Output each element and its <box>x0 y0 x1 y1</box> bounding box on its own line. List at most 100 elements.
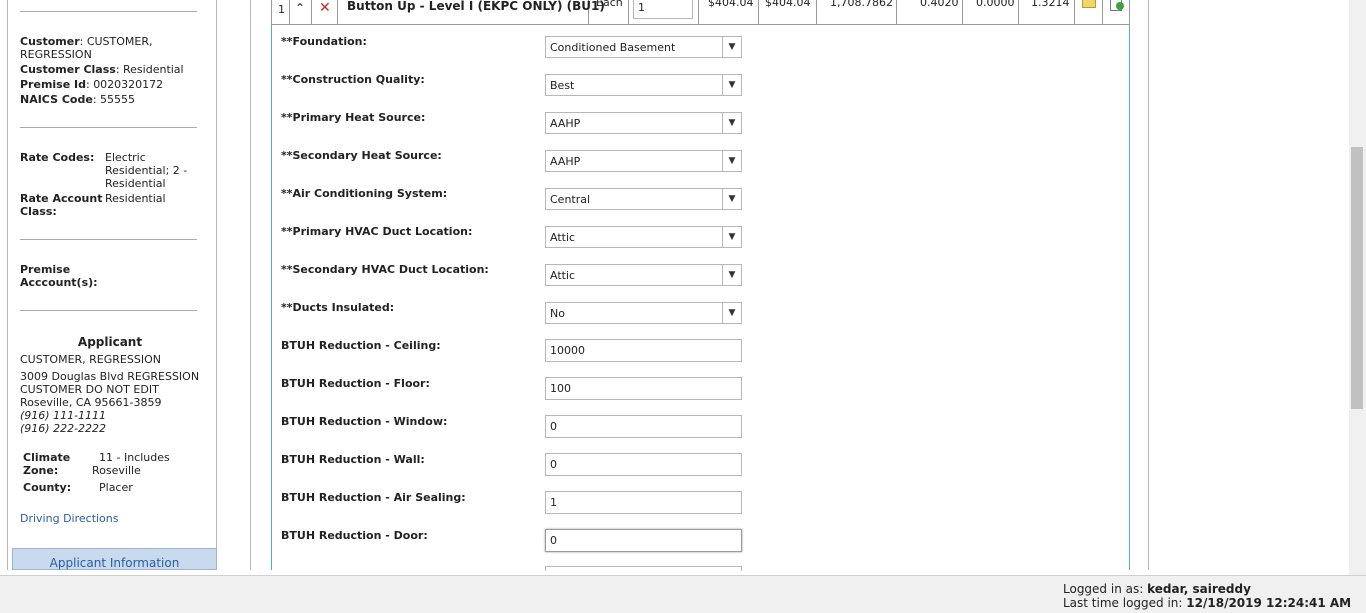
address-line-1: 3009 Douglas Blvd REGRESSION <box>20 370 200 383</box>
status-bar: Logged in as: kedar, saireddy Last time … <box>0 575 1366 613</box>
county-label: County: <box>23 481 72 494</box>
btuh-window-input[interactable] <box>545 415 742 438</box>
dropdown-arrow-icon: ▼ <box>722 151 741 171</box>
logged-in-info: Logged in as: kedar, saireddy <box>1063 582 1251 596</box>
customer-info: Customer: CUSTOMER, <box>20 35 153 48</box>
dropdown-arrow-icon: ▼ <box>722 37 741 57</box>
note-icon <box>1082 0 1096 8</box>
btuh-door-label: BTUH Reduction - Door: <box>281 529 428 542</box>
construction-quality-label: **Construction Quality: <box>281 73 425 86</box>
measure-details-form: **Foundation: Conditioned Basement ▼ **Co… <box>271 25 1130 571</box>
unit-cell: Each <box>589 0 629 24</box>
foundation-select[interactable]: Conditioned Basement ▼ <box>545 36 742 58</box>
btuh-ceiling-label: BTUH Reduction - Ceiling: <box>281 339 441 352</box>
premise-accounts-label-1: Premise <box>20 263 71 276</box>
address-line-3: Roseville, CA 95661-3859 <box>20 396 162 409</box>
delete-line-button[interactable]: ✕ <box>312 0 338 24</box>
applicant-name: CUSTOMER, REGRESSION <box>20 353 161 366</box>
applicant-heading: Applicant <box>77 335 143 349</box>
note-button[interactable] <box>1075 0 1103 24</box>
foundation-label: **Foundation: <box>281 35 367 48</box>
air-conditioning-select[interactable]: Central ▼ <box>545 188 742 210</box>
rate-codes-value-1: Electric <box>105 151 146 164</box>
btuh-ceiling-input[interactable] <box>545 339 742 362</box>
dropdown-arrow-icon: ▼ <box>722 303 741 323</box>
last-login-value: 12/18/2019 12:24:41 AM <box>1186 596 1352 610</box>
rate-account-value: Residential <box>105 192 166 205</box>
ratio-cell: 1.3214 <box>1019 0 1075 24</box>
btuh-air-sealing-input[interactable] <box>545 491 742 514</box>
vertical-scrollbar[interactable] <box>1349 0 1366 575</box>
unit-label: Each <box>596 0 623 9</box>
btuh-floor-label: BTUH Reduction - Floor: <box>281 377 430 390</box>
btuh-door-input[interactable] <box>545 529 742 552</box>
rate-codes-label: Rate Codes: <box>20 151 95 164</box>
ducts-insulated-label: **Ducts Insulated: <box>281 301 395 314</box>
btuh-floor-input[interactable] <box>545 377 742 400</box>
line-number: 1 <box>278 3 285 16</box>
rate-codes-value-2: Residential; 2 - <box>105 164 188 177</box>
logged-in-label: Logged in as: <box>1063 582 1144 596</box>
divider <box>20 11 197 12</box>
customer-class: Customer Class: Residential <box>20 63 184 76</box>
premise-accounts-label-2: Acccount(s): <box>20 276 98 289</box>
plus-badge-icon <box>1116 2 1124 10</box>
primary-heat-source-select[interactable]: AAHP ▼ <box>545 112 742 134</box>
secondary-duct-location-select[interactable]: Attic ▼ <box>545 264 742 286</box>
primary-duct-location-label: **Primary HVAC Duct Location: <box>281 225 473 238</box>
last-login-info: Last time logged in: 12/18/2019 12:24:41… <box>1063 596 1351 610</box>
therms-cell: 0.0000 <box>963 0 1019 24</box>
unit-price: $404.04 <box>708 0 754 9</box>
btuh-wall-input[interactable] <box>545 453 742 476</box>
move-up-button[interactable]: ⌃ <box>290 0 312 24</box>
primary-duct-location-select[interactable]: Attic ▼ <box>545 226 742 248</box>
secondary-duct-location-label: **Secondary HVAC Duct Location: <box>281 263 489 276</box>
quantity-cell <box>629 0 699 24</box>
logged-in-user: kedar, saireddy <box>1147 582 1251 596</box>
climate-zone-value-2: Roseville <box>92 464 141 477</box>
divider <box>20 239 197 240</box>
climate-zone-label-2: Zone: <box>23 464 59 477</box>
dropdown-arrow-icon: ▼ <box>722 113 741 133</box>
description-cell: Button Up - Level I (EKPC ONLY) (BU1) <box>338 0 605 24</box>
btuh-wall-label: BTUH Reduction - Wall: <box>281 453 425 466</box>
dropdown-arrow-icon: ▼ <box>722 75 741 95</box>
kw-value: 0.4020 <box>920 0 959 9</box>
county-value: Placer <box>99 481 133 494</box>
scrollbar-thumb[interactable] <box>1351 147 1363 409</box>
naics-code: NAICS Code: 55555 <box>20 93 136 106</box>
btuh-window-label: BTUH Reduction - Window: <box>281 415 448 428</box>
line-item-row: 1 ⌃ ✕ Button Up - Level I (EKPC ONLY) (B… <box>271 0 1130 25</box>
add-document-button[interactable] <box>1103 0 1131 24</box>
close-icon: ✕ <box>319 0 331 16</box>
secondary-heat-source-label: **Secondary Heat Source: <box>281 149 442 162</box>
rate-codes-value-3: Residential <box>105 177 166 190</box>
divider <box>20 127 197 128</box>
customer-name-cont: REGRESSION <box>20 48 92 61</box>
content-frame-left <box>250 0 251 570</box>
chevron-up-icon: ⌃ <box>295 1 306 15</box>
ratio-value: 1.3214 <box>1031 0 1070 9</box>
construction-quality-select[interactable]: Best ▼ <box>545 74 742 96</box>
kw-cell: 0.4020 <box>897 0 963 24</box>
divider <box>20 310 197 311</box>
primary-heat-source-label: **Primary Heat Source: <box>281 111 426 124</box>
kwh-value: 1,708.7862 <box>830 0 893 9</box>
secondary-heat-source-select[interactable]: AAHP ▼ <box>545 150 742 172</box>
dropdown-arrow-icon: ▼ <box>722 189 741 209</box>
kwh-cell: 1,708.7862 <box>817 0 897 24</box>
next-field-input[interactable] <box>545 566 742 571</box>
premise-id: Premise Id: 0020320172 <box>20 78 164 91</box>
phone-1: (916) 111-1111 <box>20 409 107 422</box>
driving-directions-link[interactable]: Driving Directions <box>20 512 119 525</box>
air-conditioning-label: **Air Conditioning System: <box>281 187 448 200</box>
applicant-sidebar: Customer: CUSTOMER, REGRESSION Customer … <box>7 0 217 570</box>
climate-zone-label-1: Climate <box>23 451 71 464</box>
quantity-input[interactable] <box>633 0 693 19</box>
applicant-information-tab[interactable]: Applicant Information <box>12 548 217 570</box>
last-login-label: Last time logged in: <box>1063 596 1183 610</box>
ducts-insulated-select[interactable]: No ▼ <box>545 302 742 324</box>
line-number-cell: 1 <box>272 0 290 24</box>
climate-zone-value-1: 11 - Includes <box>99 451 170 464</box>
dropdown-arrow-icon: ▼ <box>722 265 741 285</box>
